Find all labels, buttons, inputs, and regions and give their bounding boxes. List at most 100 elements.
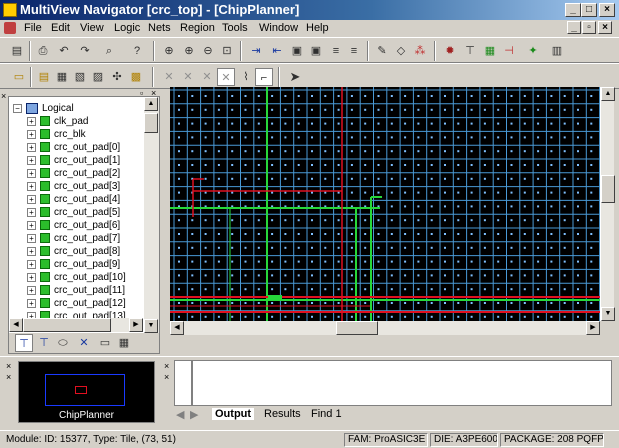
tree-item[interactable]: + crc_out_pad[1] — [27, 154, 120, 167]
physical-view-icon[interactable]: ⊤ — [35, 334, 53, 352]
region-c-icon[interactable]: ▧ — [71, 68, 89, 86]
canvas-hscrollbar[interactable]: ◀ ▶ — [170, 321, 600, 335]
zoom-out-icon[interactable]: ⊖ — [199, 42, 217, 60]
collapse-icon[interactable]: ⇤ — [268, 42, 286, 60]
scroll-thumb[interactable] — [144, 113, 158, 133]
menu-tools[interactable]: Tools — [222, 22, 248, 34]
zoom-in-icon[interactable]: ⊕ — [180, 42, 198, 60]
expand-toggle[interactable]: + — [27, 168, 36, 178]
minimap[interactable]: ChipPlanner — [18, 361, 155, 423]
minimap-viewport[interactable] — [75, 386, 87, 394]
zoom-area-icon[interactable]: ⊡ — [218, 42, 236, 60]
tab-scroll-left[interactable]: ◀ — [176, 408, 184, 421]
region-e-icon[interactable]: ✣ — [108, 68, 126, 86]
expand-toggle[interactable]: + — [27, 116, 36, 126]
expand-toggle[interactable]: + — [27, 129, 36, 139]
logical-view-icon[interactable]: ⊤ — [15, 334, 33, 352]
ratsnest-a-icon[interactable]: ✕ — [160, 68, 178, 86]
new-region-icon[interactable]: ▭ — [10, 68, 28, 86]
find-icon[interactable]: ⌕ — [100, 42, 118, 60]
menu-file[interactable]: File — [24, 22, 42, 34]
lock-icon[interactable]: ▣ — [288, 42, 306, 60]
region-f-icon[interactable]: ▩ — [127, 68, 145, 86]
expand-toggle[interactable]: + — [27, 298, 36, 308]
canvas-scroll-right[interactable]: ▶ — [586, 321, 600, 335]
minimize-button[interactable]: _ — [565, 3, 581, 17]
expand-icon[interactable]: ⇥ — [247, 42, 265, 60]
target-icon[interactable]: ✹ — [441, 42, 459, 60]
dock-close-icon[interactable]: × — [1, 92, 6, 101]
tab-results[interactable]: Results — [264, 408, 301, 420]
tree-item[interactable]: + crc_out_pad[12] — [27, 297, 126, 310]
ratsnest-c-icon[interactable]: ✕ — [198, 68, 216, 86]
expand-toggle[interactable]: + — [27, 181, 36, 191]
expand-toggle[interactable]: + — [27, 194, 36, 204]
close-button[interactable]: × — [599, 3, 615, 17]
pencil-icon[interactable]: ✎ — [373, 42, 391, 60]
region-d-icon[interactable]: ▨ — [89, 68, 107, 86]
menu-edit[interactable]: Edit — [51, 22, 70, 34]
tree-item[interactable]: + crc_out_pad[10] — [27, 271, 126, 284]
help-icon[interactable]: ? — [128, 42, 146, 60]
corner-icon[interactable]: ⌐ — [255, 68, 273, 86]
tree-item[interactable]: + crc_out_pad[5] — [27, 206, 120, 219]
expand-toggle[interactable]: + — [27, 259, 36, 269]
ratsnest-d-icon[interactable]: ✕ — [217, 68, 235, 86]
menu-logic[interactable]: Logic — [114, 22, 140, 34]
zoom-fit-icon[interactable]: ⊕ — [160, 42, 178, 60]
document-icon[interactable] — [4, 22, 16, 34]
net-list-icon[interactable]: ≡ — [327, 42, 345, 60]
menu-region[interactable]: Region — [180, 22, 215, 34]
expand-toggle[interactable]: + — [27, 285, 36, 295]
net-list-alt-icon[interactable]: ≡ — [345, 42, 363, 60]
maximize-button[interactable]: □ — [581, 3, 597, 17]
tree-item[interactable]: + crc_out_pad[8] — [27, 245, 120, 258]
region-a-icon[interactable]: ▤ — [35, 68, 53, 86]
menu-window[interactable]: Window — [259, 22, 298, 34]
scroll-left-button[interactable]: ◀ — [9, 318, 23, 332]
canvas-scroll-left[interactable]: ◀ — [170, 321, 184, 335]
expand-toggle[interactable]: + — [27, 272, 36, 282]
canvas-vscrollbar[interactable]: ▲ ▼ — [600, 87, 615, 321]
hscroll-thumb[interactable] — [23, 318, 111, 332]
tree-item[interactable]: + crc_out_pad[0] — [27, 141, 120, 154]
output-pin-icon[interactable]: × — [164, 373, 169, 382]
expand-toggle[interactable]: + — [27, 142, 36, 152]
tab-scroll-right[interactable]: ▶ — [190, 408, 198, 421]
canvas-vthumb[interactable] — [601, 175, 615, 203]
pin-icon[interactable]: ⊣ — [500, 42, 518, 60]
cross-view-icon[interactable]: ✕ — [75, 334, 93, 352]
menu-nets[interactable]: Nets — [148, 22, 171, 34]
scroll-right-button[interactable]: ▶ — [129, 318, 143, 332]
expand-toggle[interactable]: + — [27, 233, 36, 243]
save-icon[interactable]: ▤ — [8, 42, 26, 60]
star-icon[interactable]: ✦ — [524, 42, 542, 60]
canvas-scroll-up[interactable]: ▲ — [601, 87, 615, 101]
block-icon[interactable]: ▦ — [481, 42, 499, 60]
collapse-toggle[interactable]: − — [13, 103, 22, 113]
tree-item[interactable]: + crc_out_pad[3] — [27, 180, 120, 193]
unlock-icon[interactable]: ▣ — [307, 42, 325, 60]
expand-toggle[interactable]: + — [27, 220, 36, 230]
expand-toggle[interactable]: + — [27, 207, 36, 217]
menu-view[interactable]: View — [80, 22, 104, 34]
mdi-minimize-button[interactable]: _ — [567, 21, 581, 34]
chip-view-icon[interactable]: ▦ — [115, 334, 133, 352]
ratsnest-b-icon[interactable]: ✕ — [179, 68, 197, 86]
route-icon[interactable]: ⌇ — [237, 68, 255, 86]
canvas-scroll-down[interactable]: ▼ — [601, 307, 615, 321]
minimap-close-icon[interactable]: × — [6, 362, 11, 371]
output-close-icon[interactable]: × — [164, 362, 169, 371]
mdi-close-button[interactable]: × — [598, 21, 612, 34]
undo-icon[interactable]: ↶ — [55, 42, 73, 60]
hierarchy-icon[interactable]: ⊤ — [461, 42, 479, 60]
print-icon[interactable]: ⎙ — [34, 42, 52, 60]
expand-toggle[interactable]: + — [27, 155, 36, 165]
mdi-restore-button[interactable]: ▫ — [582, 21, 596, 34]
tree-vscrollbar[interactable]: ▲ ▼ — [143, 97, 159, 353]
minimap-pin-icon[interactable]: × — [6, 373, 11, 382]
tab-find-1[interactable]: Find 1 — [311, 408, 342, 420]
layout-icon[interactable]: ▥ — [548, 42, 566, 60]
tree-hscrollbar[interactable]: ◀ ▶ — [9, 318, 143, 332]
tree-item[interactable]: + crc_out_pad[9] — [27, 258, 120, 271]
